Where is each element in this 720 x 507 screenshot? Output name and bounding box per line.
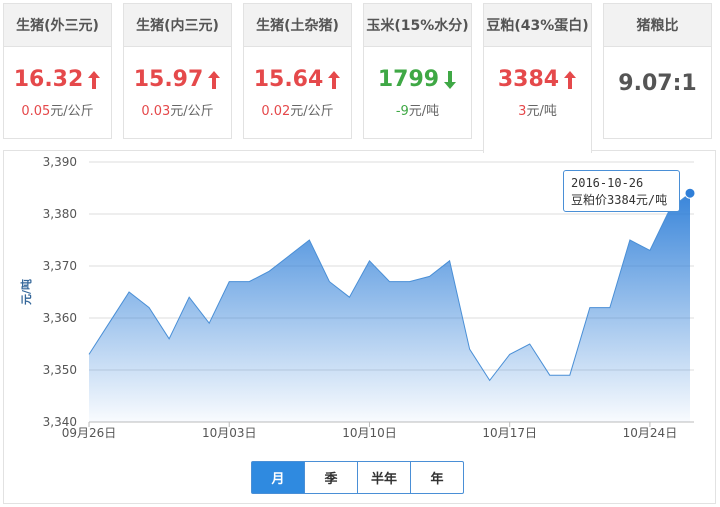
card-price: 1799: [364, 67, 471, 92]
x-tick-label: 10月03日: [202, 426, 257, 440]
card-pig-inner[interactable]: 生猪(内三元) 15.97 0.03元/公斤: [123, 3, 232, 139]
card-change: 0.05元/公斤: [21, 104, 94, 119]
y-tick-label: 3,370: [43, 259, 77, 273]
card-change: 3元/吨: [518, 104, 557, 119]
chart-tooltip: 2016-10-26 豆粕价3384元/吨: [563, 170, 680, 212]
card-pig-grain-ratio[interactable]: 猪粮比 9.07:1: [603, 3, 712, 139]
card-title: 玉米(15%水分): [364, 4, 471, 47]
range-month-button[interactable]: 月: [251, 461, 305, 494]
arrow-up-icon: [208, 70, 221, 89]
range-half-year-button[interactable]: 半年: [357, 461, 411, 494]
card-change: 0.03元/公斤: [141, 104, 214, 119]
y-tick-label: 3,350: [43, 363, 77, 377]
y-tick-label: 3,380: [43, 207, 77, 221]
x-tick-label: 10月10日: [342, 426, 397, 440]
arrow-up-icon: [328, 70, 341, 89]
y-tick-label: 3,390: [43, 155, 77, 169]
tooltip-value: 豆粕价3384元/吨: [571, 193, 668, 207]
y-axis-label: 元/吨: [19, 279, 33, 305]
card-price: 15.97: [124, 67, 231, 92]
card-price: 15.64: [244, 67, 351, 92]
card-title: 生猪(内三元): [124, 4, 231, 47]
arrow-down-icon: [444, 70, 457, 89]
arrow-up-icon: [88, 70, 101, 89]
card-change: -9元/吨: [395, 104, 440, 119]
arrow-up-icon: [564, 70, 577, 89]
card-title: 猪粮比: [604, 4, 711, 47]
card-price: 16.32: [4, 67, 111, 92]
card-pig-local[interactable]: 生猪(土杂猪) 15.64 0.02元/公斤: [243, 3, 352, 139]
card-price: 3384: [484, 67, 591, 92]
card-title: 生猪(外三元): [4, 4, 111, 47]
x-tick-label: 10月24日: [623, 426, 678, 440]
y-tick-label: 3,360: [43, 311, 77, 325]
card-pig-outer[interactable]: 生猪(外三元) 16.32 0.05元/公斤: [3, 3, 112, 139]
x-tick-label: 10月17日: [482, 426, 537, 440]
tooltip-date: 2016-10-26: [571, 176, 644, 190]
price-cards: 生猪(外三元) 16.32 0.05元/公斤 生猪(内三元) 15.97 0.0…: [0, 0, 720, 153]
highlight-point[interactable]: [684, 187, 696, 199]
card-soymeal[interactable]: 豆粕(43%蛋白) 3384 3元/吨: [483, 3, 592, 153]
range-quarter-button[interactable]: 季: [304, 461, 358, 494]
range-selector: 月 季 半年 年: [251, 461, 464, 494]
range-year-button[interactable]: 年: [410, 461, 464, 494]
card-change: 0.02元/公斤: [261, 104, 334, 119]
card-title: 豆粕(43%蛋白): [484, 4, 591, 47]
card-corn[interactable]: 玉米(15%水分) 1799 -9元/吨: [363, 3, 472, 139]
x-tick-label: 09月26日: [62, 426, 117, 440]
card-price: 9.07:1: [618, 71, 697, 96]
card-title: 生猪(土杂猪): [244, 4, 351, 47]
